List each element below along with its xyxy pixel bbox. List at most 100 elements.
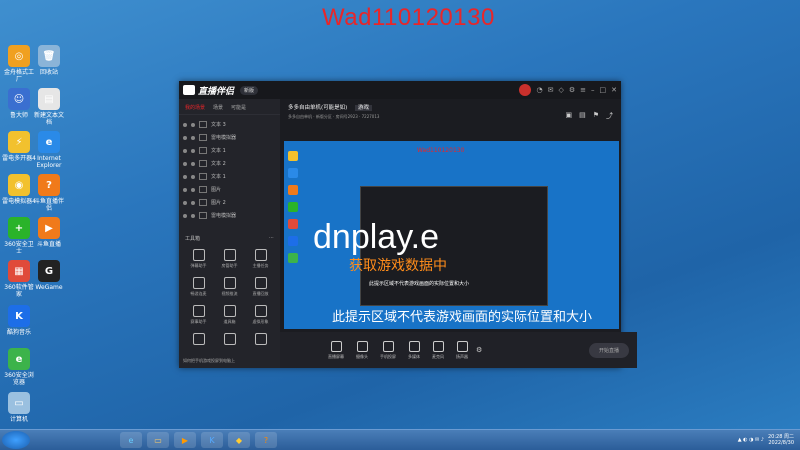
lock-icon[interactable] <box>191 122 195 127</box>
lock-icon[interactable] <box>191 213 195 218</box>
desktop-icon-label: 鲁大师 <box>9 112 28 119</box>
ie-taskbar-icon[interactable]: e <box>120 432 142 448</box>
tab-my-scenes[interactable]: 我的场景 <box>185 104 205 111</box>
visibility-icon[interactable] <box>183 148 187 153</box>
desktop-icon[interactable]: ◉ 雷电模拟器4 <box>2 174 36 205</box>
toolbox-item[interactable]: 主播任务 <box>245 249 276 269</box>
start-button[interactable] <box>2 431 30 449</box>
help-link[interactable]: 如何把手机游戏投屏到电脑上 <box>183 358 235 364</box>
close-icon[interactable]: ✕ <box>611 86 617 94</box>
clock[interactable]: 20:28 周二 2022/8/30 <box>768 434 794 446</box>
toolbox-item[interactable]: 虚拟形象 <box>245 305 276 325</box>
flag-icon[interactable]: ⚑ <box>593 111 599 121</box>
desktop-icon[interactable]: e Internet Explorer <box>32 131 66 169</box>
tab-scenes[interactable]: 场景 <box>213 104 223 111</box>
scene-source-item[interactable]: 图片 2 <box>183 196 276 209</box>
scene-source-item[interactable]: 雷电模拟器 <box>183 209 276 222</box>
toolbox-item[interactable]: 房管助手 <box>214 249 245 269</box>
emulator-source-text: dnplay.e <box>313 218 440 256</box>
toolbox-item[interactable]: 畅游连麦 <box>183 277 214 297</box>
toolbox-item[interactable]: 赛事助手 <box>183 305 214 325</box>
shirt-icon[interactable]: ◇ <box>558 86 563 94</box>
menu-icon[interactable]: ≡ <box>580 86 586 94</box>
more-icon[interactable]: ⋯ <box>269 235 274 242</box>
lock-icon[interactable] <box>191 200 195 205</box>
folder-taskbar-icon[interactable]: ▭ <box>147 432 169 448</box>
room-title[interactable]: 多多自由单机(可能是如) <box>288 105 347 111</box>
visibility-icon[interactable] <box>183 161 187 166</box>
source-button[interactable]: 扬声器 <box>456 340 468 360</box>
source-button[interactable]: 直播屏幕 <box>328 340 344 360</box>
lock-icon[interactable] <box>191 174 195 179</box>
source-button[interactable]: 摄像头 <box>356 340 368 360</box>
visibility-icon[interactable] <box>183 213 187 218</box>
douyu-taskbar-icon[interactable]: ? <box>255 432 277 448</box>
desktop-icon[interactable]: +360安全卫士 <box>2 217 36 255</box>
toolbox-item-label: 道具箱 <box>223 319 236 324</box>
source-button[interactable]: 多媒体 <box>408 340 420 360</box>
version-badge[interactable]: 新版 <box>240 85 259 95</box>
desktop-icon[interactable]: ◎ 金舟格式工厂 <box>2 45 36 83</box>
scene-source-label: 文本 2 <box>211 161 226 167</box>
go-live-button[interactable]: 开始直播 <box>588 342 629 358</box>
gear-icon[interactable]: ⚙ <box>476 346 482 354</box>
mail-icon[interactable]: ✉ <box>548 86 554 94</box>
user-avatar[interactable] <box>519 84 532 96</box>
toolbox-item-label: 主播任务 <box>252 263 269 268</box>
app-taskbar-icon[interactable]: ◆ <box>228 432 250 448</box>
tool-icon <box>223 305 236 317</box>
kugou-taskbar-icon[interactable]: K <box>201 432 223 448</box>
desktop-icon[interactable]: G WeGame <box>32 260 66 291</box>
visibility-icon[interactable] <box>183 200 187 205</box>
scene-source-item[interactable]: 图片 <box>183 183 276 196</box>
toolbox-item[interactable]: 视频推流 <box>214 277 245 297</box>
visibility-icon[interactable] <box>183 187 187 192</box>
toolbox-item[interactable]: 道具箱 <box>214 305 245 325</box>
scene-source-item[interactable]: 文本 1 <box>183 170 276 183</box>
share-icon[interactable]: ⤴ <box>606 111 613 121</box>
desktop-icon[interactable]: 🗑 回收站 <box>32 45 66 76</box>
toolbox-item[interactable] <box>214 333 245 347</box>
room-tag[interactable]: 游戏 <box>355 105 373 111</box>
desktop-icon[interactable]: ▶ 斗鱼直播 <box>32 217 66 248</box>
minimize-icon[interactable]: – <box>591 86 595 94</box>
desktop-icon[interactable]: K 酷狗音乐 <box>2 305 36 336</box>
headset-icon[interactable]: ◔ <box>536 86 542 94</box>
desktop-icon-label: 斗鱼直播 <box>36 241 61 248</box>
source-icon <box>382 340 394 352</box>
bag-icon[interactable]: ▤ <box>579 111 586 121</box>
lock-icon[interactable] <box>191 135 195 140</box>
desktop-icon-label: 雷电多开器4 <box>2 155 36 162</box>
lock-icon[interactable] <box>191 148 195 153</box>
desktop-icon[interactable]: ▤ 新建文本文档 <box>32 88 66 126</box>
scene-source-item[interactable]: 文本 2 <box>183 157 276 170</box>
visibility-icon[interactable] <box>183 174 187 179</box>
visibility-icon[interactable] <box>183 135 187 140</box>
media-taskbar-icon[interactable]: ▶ <box>174 432 196 448</box>
source-button[interactable]: 手机投屏 <box>380 340 396 360</box>
tab-other[interactable]: 可能是 <box>231 104 246 111</box>
lock-icon[interactable] <box>191 187 195 192</box>
visibility-icon[interactable] <box>183 122 187 127</box>
desktop-icon[interactable]: e 360安全浏览器 <box>2 348 36 386</box>
lock-icon[interactable] <box>191 161 195 166</box>
gear-icon[interactable]: ⚙ <box>569 86 575 94</box>
gift-icon[interactable]: ▣ <box>565 111 572 121</box>
source-button[interactable]: 麦克风 <box>432 340 444 360</box>
stream-preview[interactable]: Wad110120130 dnplay.e 获取游戏数据中 此提示区域不代表游戏… <box>284 141 619 329</box>
toolbox-item[interactable]: 弹幕助手 <box>183 249 214 269</box>
desktop-icon[interactable]: ▭ 计算机 <box>2 392 36 423</box>
tray-icons[interactable]: ▲ ◐ ◑ ✉ ♪ <box>738 437 764 443</box>
desktop-icon[interactable]: ☺ 鲁大师 <box>2 88 36 119</box>
scene-source-item[interactable]: 雷电模拟器 <box>183 131 276 144</box>
desktop-icon[interactable]: ⚡ 雷电多开器4 <box>2 131 36 162</box>
scene-source-item[interactable]: 文本 3 <box>183 118 276 131</box>
desktop-app-icon: ▤ <box>38 88 60 110</box>
desktop-icon[interactable]: ? 斗鱼直播伴侣 <box>32 174 66 212</box>
toolbox-item[interactable] <box>183 333 214 347</box>
maximize-icon[interactable]: □ <box>600 86 607 94</box>
desktop-icon[interactable]: ▦ 360软件管家 <box>2 260 36 298</box>
scene-source-item[interactable]: 文本 1 <box>183 144 276 157</box>
toolbox-item[interactable]: 直播回放 <box>245 277 276 297</box>
toolbox-item[interactable] <box>245 333 276 347</box>
